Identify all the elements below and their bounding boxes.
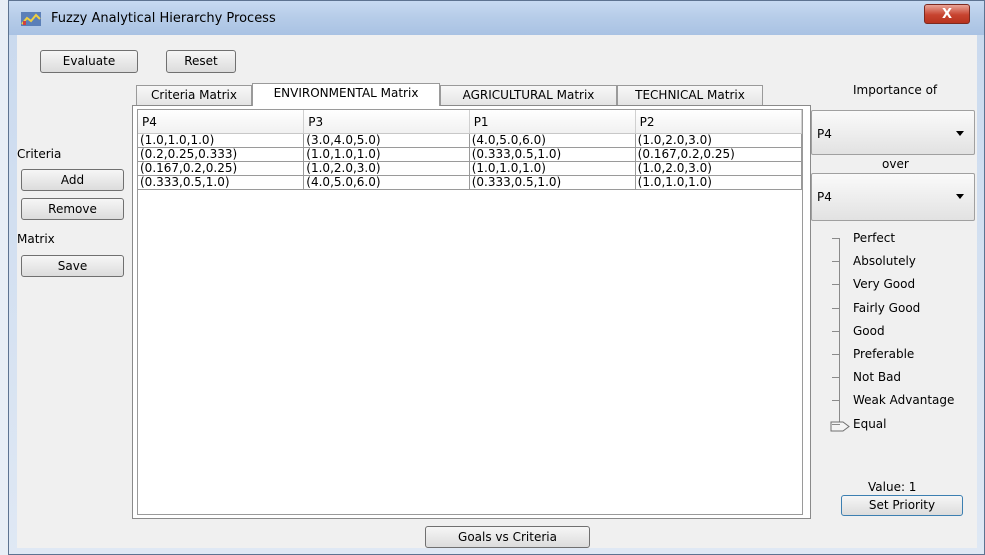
second-criterion-select[interactable]: P4 xyxy=(811,173,975,221)
scale-label: Weak Advantage xyxy=(853,393,955,408)
table-cell[interactable]: (1.0,1.0,1.0) xyxy=(138,133,305,148)
scale-label: Not Bad xyxy=(853,370,902,385)
scale-tick xyxy=(832,377,840,379)
table-row: (0.2,0.25,0.333) (1.0,1.0,1.0) (0.333,0.… xyxy=(138,147,803,162)
table-cell[interactable]: (1.0,1.0,1.0) xyxy=(635,175,803,190)
scale-label: Absolutely xyxy=(853,254,916,269)
table-header-row: P4 P3 P1 P2 xyxy=(138,110,803,134)
close-button[interactable]: X xyxy=(924,4,970,24)
scale-tick xyxy=(832,284,840,286)
scale-tick xyxy=(832,330,840,332)
scale-tick xyxy=(832,307,840,309)
criteria-label: Criteria xyxy=(17,147,62,161)
table-cell[interactable]: (1.0,1.0,1.0) xyxy=(303,147,470,162)
set-priority-button[interactable]: Set Priority xyxy=(841,495,963,516)
scale-label: Perfect xyxy=(853,231,896,245)
first-criterion-select[interactable]: P4 xyxy=(811,110,975,155)
table-cell[interactable]: (1.0,1.0,1.0) xyxy=(469,161,636,176)
table-cell[interactable]: (4.0,5.0,6.0) xyxy=(469,133,636,148)
scale-label: Very Good xyxy=(853,277,916,292)
scale-tick xyxy=(832,354,840,355)
main-content: Evaluate Reset Criteria Add Remove Matri… xyxy=(17,35,977,548)
reset-button[interactable]: Reset xyxy=(166,50,236,73)
table-cell[interactable]: (4.0,5.0,6.0) xyxy=(303,175,470,190)
add-button[interactable]: Add xyxy=(21,169,124,191)
over-label: over xyxy=(882,157,909,171)
matrix-table: P4 P3 P1 P2 (1.0,1.0,1.0) (3.0,4.0,5.0) … xyxy=(138,110,803,190)
tab-criteria-matrix[interactable]: Criteria Matrix xyxy=(136,85,252,105)
matrix-table-pane: P4 P3 P1 P2 (1.0,1.0,1.0) (3.0,4.0,5.0) … xyxy=(137,109,803,515)
matrix-panel: P4 P3 P1 P2 (1.0,1.0,1.0) (3.0,4.0,5.0) … xyxy=(132,105,811,519)
table-row: (0.333,0.5,1.0) (4.0,5.0,6.0) (0.333,0.5… xyxy=(138,175,803,190)
table-cell[interactable]: (0.167,0.2,0.25) xyxy=(635,147,803,162)
table-row: (1.0,1.0,1.0) (3.0,4.0,5.0) (4.0,5.0,6.0… xyxy=(138,133,803,148)
scale-label: Equal xyxy=(853,416,887,431)
chart-icon xyxy=(21,12,41,26)
save-button[interactable]: Save xyxy=(21,255,124,277)
title-bar: Fuzzy Analytical Hierarchy Process X xyxy=(9,1,984,35)
table-cell[interactable]: (0.167,0.2,0.25) xyxy=(138,161,305,176)
scale-tick xyxy=(832,423,840,425)
column-header[interactable]: P3 xyxy=(303,110,470,134)
matrix-label: Matrix xyxy=(17,232,55,246)
table-cell[interactable]: (0.333,0.5,1.0) xyxy=(138,175,305,190)
table-row: (0.167,0.2,0.25) (1.0,2.0,3.0) (1.0,1.0,… xyxy=(138,161,803,176)
chevron-down-icon xyxy=(956,194,964,199)
remove-button[interactable]: Remove xyxy=(21,198,124,220)
column-header[interactable]: P2 xyxy=(635,110,803,134)
scale-tick xyxy=(832,261,840,263)
scale-tick xyxy=(832,400,840,402)
table-cell[interactable]: (1.0,2.0,3.0) xyxy=(635,161,803,176)
goals-vs-criteria-button[interactable]: Goals vs Criteria xyxy=(425,526,590,548)
scale-tick xyxy=(832,238,840,239)
second-criterion-value: P4 xyxy=(817,190,832,204)
table-cell[interactable]: (0.333,0.5,1.0) xyxy=(469,147,636,162)
value-readout: Value: 1 xyxy=(868,480,917,494)
column-header[interactable]: P1 xyxy=(469,110,636,134)
table-cell[interactable]: (0.2,0.25,0.333) xyxy=(138,147,305,162)
first-criterion-value: P4 xyxy=(817,127,832,141)
table-cell[interactable]: (1.0,2.0,3.0) xyxy=(303,161,470,176)
window-title: Fuzzy Analytical Hierarchy Process xyxy=(51,11,276,26)
scale-label: Preferable xyxy=(853,347,915,361)
app-window: Fuzzy Analytical Hierarchy Process X Eva… xyxy=(8,0,985,555)
scale-label: Good xyxy=(853,323,885,338)
evaluate-button[interactable]: Evaluate xyxy=(40,50,138,73)
tab-technical-matrix[interactable]: TECHNICAL Matrix xyxy=(617,85,763,105)
table-cell[interactable]: (3.0,4.0,5.0) xyxy=(303,133,470,148)
table-cell[interactable]: (0.333,0.5,1.0) xyxy=(469,175,636,190)
tab-agricultural-matrix[interactable]: AGRICULTURAL Matrix xyxy=(440,85,617,105)
importance-heading: Importance of xyxy=(853,83,938,97)
column-header[interactable]: P4 xyxy=(138,110,305,134)
scale-label: Fairly Good xyxy=(853,300,921,315)
tab-environmental-matrix[interactable]: ENVIRONMENTAL Matrix xyxy=(252,83,440,106)
table-cell[interactable]: (1.0,2.0,3.0) xyxy=(635,133,803,148)
chevron-down-icon xyxy=(956,131,964,136)
